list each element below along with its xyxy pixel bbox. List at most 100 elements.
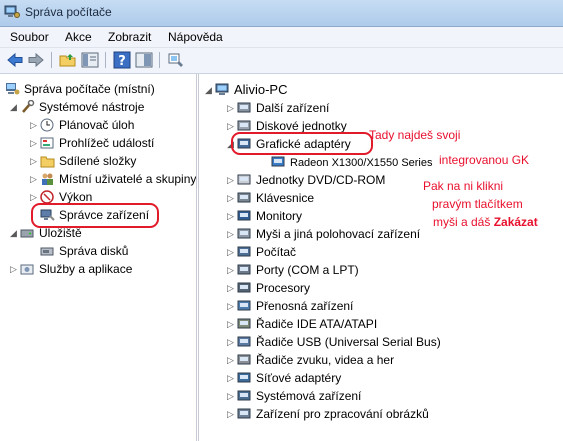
properties-icon[interactable] — [167, 51, 185, 69]
expand-icon[interactable]: ▷ — [30, 152, 39, 170]
device-item-label: Řadiče zvuku, videa a her — [256, 353, 395, 367]
device-item-other-devices[interactable]: ▷ Další zařízení — [227, 99, 329, 117]
gpu-icon — [271, 156, 285, 167]
device-item-dvd[interactable]: ▷ Jednotky DVD/CD-ROM — [227, 171, 385, 189]
device-item-monitor[interactable]: ▷ Monitory — [227, 207, 302, 225]
device-root[interactable]: ◢ Alivio-PC — [205, 81, 287, 99]
shared-folder-icon — [40, 156, 55, 168]
device-item-label: Monitory — [256, 209, 303, 223]
device-item-gpu[interactable]: Radeon X1300/X1550 Series — [261, 153, 433, 171]
device-item-label: Přenosná zařízení — [256, 299, 354, 313]
show-hide-tree-icon[interactable] — [81, 51, 99, 69]
tree-item-services-apps[interactable]: ▷ Služby a aplikace — [10, 260, 132, 278]
annotation-bold-zakazat: Zakázat — [493, 215, 538, 229]
device-item-port[interactable]: ▷ Porty (COM a LPT) — [227, 261, 359, 279]
device-item-processor[interactable]: ▷ Procesory — [227, 279, 310, 297]
console-icon[interactable] — [135, 51, 153, 69]
device-item-portable-device[interactable]: ▷ Přenosná zařízení — [227, 297, 353, 315]
ide-controller-icon — [237, 318, 251, 329]
device-item-imaging[interactable]: ▷ Zařízení pro zpracování obrázků — [227, 405, 429, 423]
performance-icon — [40, 190, 54, 204]
keyboard-icon — [237, 192, 251, 203]
computer-icon — [215, 83, 229, 95]
menu-soubor[interactable]: Soubor — [10, 30, 49, 44]
expand-icon[interactable]: ▷ — [227, 207, 236, 225]
expand-icon[interactable]: ▷ — [227, 405, 236, 423]
expand-icon[interactable]: ▷ — [227, 189, 236, 207]
expand-icon[interactable]: ▷ — [227, 261, 236, 279]
forward-arrow-icon[interactable] — [27, 51, 45, 69]
disk-drive-icon — [237, 120, 251, 131]
expand-icon[interactable]: ▷ — [30, 116, 39, 134]
mouse-icon — [237, 228, 251, 239]
help-icon[interactable]: ? — [113, 51, 131, 69]
expand-icon[interactable]: ▷ — [227, 171, 236, 189]
menu-napoveda[interactable]: Nápověda — [168, 30, 223, 44]
device-item-label: Radeon X1300/X1550 Series — [290, 157, 433, 169]
expand-icon[interactable]: ▷ — [227, 333, 236, 351]
menu-akce[interactable]: Akce — [65, 30, 92, 44]
menu-bar: Soubor Akce Zobrazit Nápověda — [0, 27, 563, 48]
menu-zobrazit[interactable]: Zobrazit — [108, 30, 151, 44]
device-item-ide-controller[interactable]: ▷ Řadiče IDE ATA/ATAPI — [227, 315, 377, 333]
expand-icon[interactable]: ▷ — [227, 297, 236, 315]
tree-item-task-scheduler[interactable]: ▷ Plánovač úloh — [30, 116, 134, 134]
clock-icon — [40, 118, 54, 132]
expand-icon[interactable]: ▷ — [227, 225, 236, 243]
highlight-oval-display-adapters — [231, 132, 373, 155]
tree-item-computer-management[interactable]: Správa počítače (místní) — [4, 80, 155, 98]
device-item-label: Řadiče USB (Universal Serial Bus) — [256, 335, 441, 349]
computer-icon — [237, 246, 251, 257]
device-item-label: Zařízení pro zpracování obrázků — [256, 407, 429, 421]
dvd-icon — [237, 174, 251, 185]
device-item-label: Jednotky DVD/CD-ROM — [256, 173, 386, 187]
device-item-label: Diskové jednotky — [256, 119, 347, 133]
highlight-oval-device-manager — [31, 203, 159, 228]
collapse-icon[interactable]: ◢ — [10, 224, 19, 242]
monitor-icon — [237, 210, 251, 221]
portable-device-icon — [237, 300, 251, 311]
services-icon — [20, 264, 34, 275]
back-arrow-icon[interactable] — [6, 51, 24, 69]
imaging-icon — [237, 408, 251, 419]
expand-icon[interactable]: ▷ — [30, 170, 39, 188]
processor-icon — [237, 282, 251, 293]
annotation-line-1: Tady najdeš svoji — [369, 128, 461, 142]
system-devices-icon — [237, 390, 251, 401]
title-bar[interactable]: Správa počítače — [0, 0, 563, 27]
device-item-label: Systémová zařízení — [256, 389, 362, 403]
usb-icon — [237, 336, 251, 347]
annotation-line-2: integrovanou GK — [439, 153, 530, 167]
network-icon — [237, 372, 251, 383]
expand-icon[interactable]: ▷ — [30, 134, 39, 152]
expand-icon[interactable]: ▷ — [227, 351, 236, 369]
console-tree-pane[interactable]: Správa počítače (místní) ◢ Systémové nást… — [0, 74, 197, 441]
device-item-network[interactable]: ▷ Síťové adaptéry — [227, 369, 341, 387]
device-item-sound[interactable]: ▷ Řadiče zvuku, videa a her — [227, 351, 394, 369]
expand-icon[interactable]: ▷ — [227, 315, 236, 333]
toolbar: ? — [0, 48, 563, 74]
expand-icon[interactable]: ▷ — [227, 99, 236, 117]
collapse-icon[interactable]: ◢ — [10, 98, 19, 116]
tree-item-shared-folders[interactable]: ▷ Sdílené složky — [30, 152, 136, 170]
expand-icon[interactable]: ▷ — [227, 387, 236, 405]
expand-icon[interactable]: ▷ — [227, 243, 236, 261]
device-item-usb[interactable]: ▷ Řadiče USB (Universal Serial Bus) — [227, 333, 441, 351]
collapse-icon[interactable]: ◢ — [205, 81, 214, 99]
svg-text:?: ? — [118, 54, 126, 69]
device-item-label: Síťové adaptéry — [256, 371, 342, 385]
expand-icon[interactable]: ▷ — [10, 260, 19, 278]
device-item-label: Porty (COM a LPT) — [256, 263, 359, 277]
device-item-computer[interactable]: ▷ Počítač — [227, 243, 296, 261]
up-folder-icon[interactable] — [59, 51, 77, 69]
expand-icon[interactable]: ▷ — [227, 369, 236, 387]
device-item-mouse[interactable]: ▷ Myši a jiná polohovací zařízení — [227, 225, 420, 243]
device-item-system-devices[interactable]: ▷ Systémová zařízení — [227, 387, 361, 405]
device-tree-pane[interactable]: ◢ Alivio-PC ▷ Další zařízení ▷ Diskové jedno… — [198, 74, 563, 441]
tree-item-system-tools[interactable]: ◢ Systémové nástroje — [10, 98, 144, 116]
tree-item-disk-management[interactable]: Správa disků — [30, 242, 128, 260]
expand-icon[interactable]: ▷ — [227, 279, 236, 297]
tree-item-local-users[interactable]: ▷ Místní uživatelé a skupiny — [30, 170, 196, 188]
tree-item-event-viewer[interactable]: ▷ Prohlížeč událostí — [30, 134, 154, 152]
device-item-keyboard[interactable]: ▷ Klávesnice — [227, 189, 314, 207]
